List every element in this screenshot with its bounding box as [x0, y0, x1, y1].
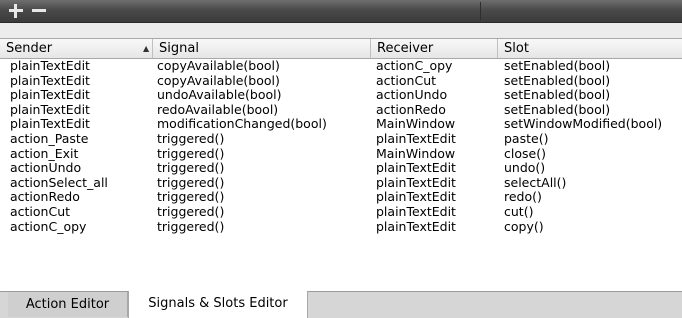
table-row[interactable]: plainTextEdit modificationChanged(bool) Ma…: [0, 117, 682, 132]
header-receiver[interactable]: Receiver: [371, 39, 498, 58]
cell-sender[interactable]: actionSelect_all: [10, 175, 108, 191]
cell-sender[interactable]: plainTextEdit: [10, 88, 90, 103]
cell-receiver[interactable]: plainTextEdit: [376, 175, 456, 191]
sort-ascending-icon: ▲: [143, 44, 150, 53]
cell-slot[interactable]: setEnabled(bool): [504, 88, 610, 103]
table-row[interactable]: plainTextEdit copyAvailable(bool) actionC_…: [0, 58, 682, 74]
cell-sender[interactable]: action_Paste: [10, 131, 88, 147]
cell-slot[interactable]: close(): [504, 146, 546, 162]
toolbar: [0, 0, 682, 23]
cell-signal[interactable]: triggered(): [157, 190, 224, 205]
cell-slot[interactable]: redo(): [504, 190, 542, 205]
editor-tab-bar: Action Editor Signals & Slots Editor: [0, 291, 682, 318]
cell-slot[interactable]: selectAll(): [504, 175, 566, 191]
table-row[interactable]: plainTextEdit undoAvailable(bool) actionUn…: [0, 88, 682, 103]
cell-receiver[interactable]: actionC_opy: [376, 58, 452, 74]
cell-slot[interactable]: setEnabled(bool): [504, 58, 610, 74]
cell-sender[interactable]: actionRedo: [10, 190, 80, 205]
cell-signal[interactable]: triggered(): [157, 204, 224, 220]
tab-signals-slots-editor-label: Signals & Slots Editor: [148, 296, 288, 311]
cell-slot[interactable]: paste(): [504, 131, 548, 147]
cell-signal[interactable]: triggered(): [157, 219, 224, 235]
header-sender-label: Sender: [6, 41, 53, 56]
table-row[interactable]: plainTextEdit redoAvailable(bool) actionRe…: [0, 102, 682, 118]
cell-signal[interactable]: triggered(): [157, 161, 224, 176]
cell-slot[interactable]: undo(): [504, 161, 545, 176]
cell-sender[interactable]: plainTextEdit: [10, 73, 90, 89]
table-row[interactable]: actionUndo triggered() plainTextEdit undo(): [0, 161, 682, 176]
header-signal[interactable]: Signal: [153, 39, 371, 58]
cell-sender[interactable]: plainTextEdit: [10, 58, 90, 74]
table-row[interactable]: actionCut triggered() plainTextEdit cut(): [0, 204, 682, 220]
cell-sender[interactable]: plainTextEdit: [10, 117, 90, 132]
table-row[interactable]: action_Exit triggered() MainWindow close(): [0, 146, 682, 162]
cell-slot[interactable]: cut(): [504, 204, 533, 220]
header-signal-label: Signal: [159, 41, 199, 56]
cell-sender[interactable]: actionCut: [10, 204, 70, 220]
cell-receiver[interactable]: plainTextEdit: [376, 219, 456, 235]
cell-sender[interactable]: actionC_opy: [10, 219, 86, 235]
toolbar-separator: [480, 2, 481, 20]
add-connection-button[interactable]: [7, 3, 25, 19]
table-header: Sender ▲ Signal Receiver Slot: [0, 38, 682, 59]
tab-action-editor[interactable]: Action Editor: [8, 292, 128, 317]
table-row[interactable]: plainTextEdit copyAvailable(bool) actionCu…: [0, 73, 682, 89]
cell-signal[interactable]: copyAvailable(bool): [157, 58, 280, 74]
header-receiver-label: Receiver: [377, 41, 434, 56]
cell-signal[interactable]: triggered(): [157, 146, 224, 162]
header-slot[interactable]: Slot: [498, 39, 682, 58]
cell-slot[interactable]: setEnabled(bool): [504, 73, 610, 89]
cell-receiver[interactable]: MainWindow: [376, 146, 455, 162]
table-row[interactable]: actionC_opy triggered() plainTextEdit copy(…: [0, 219, 682, 235]
cell-receiver[interactable]: plainTextEdit: [376, 190, 456, 205]
table-row[interactable]: actionSelect_all triggered() plainTextEdit…: [0, 175, 682, 191]
cell-receiver[interactable]: plainTextEdit: [376, 204, 456, 220]
cell-slot[interactable]: copy(): [504, 219, 544, 235]
remove-connection-button[interactable]: [30, 3, 48, 19]
cell-signal[interactable]: redoAvailable(bool): [157, 102, 278, 118]
cell-receiver[interactable]: plainTextEdit: [376, 161, 456, 176]
cell-sender[interactable]: actionUndo: [10, 161, 81, 176]
header-sender[interactable]: Sender ▲: [0, 39, 153, 58]
cell-receiver[interactable]: MainWindow: [376, 117, 455, 132]
cell-receiver[interactable]: actionCut: [376, 73, 436, 89]
cell-signal[interactable]: modificationChanged(bool): [157, 117, 327, 132]
tab-signals-slots-editor[interactable]: Signals & Slots Editor: [128, 291, 308, 318]
cell-receiver[interactable]: actionRedo: [376, 102, 446, 118]
cell-receiver[interactable]: plainTextEdit: [376, 131, 456, 147]
tab-action-editor-label: Action Editor: [25, 297, 110, 312]
table-row[interactable]: action_Paste triggered() plainTextEdit past…: [0, 131, 682, 147]
cell-receiver[interactable]: actionUndo: [376, 88, 447, 103]
table-row[interactable]: actionRedo triggered() plainTextEdit redo(): [0, 190, 682, 205]
cell-signal[interactable]: triggered(): [157, 175, 224, 191]
cell-slot[interactable]: setEnabled(bool): [504, 102, 610, 118]
cell-slot[interactable]: setWindowModified(bool): [504, 117, 662, 132]
table-body: plainTextEdit copyAvailable(bool) actionC_…: [0, 58, 682, 235]
cell-signal[interactable]: undoAvailable(bool): [157, 88, 281, 103]
cell-signal[interactable]: copyAvailable(bool): [157, 73, 280, 89]
header-slot-label: Slot: [504, 41, 529, 56]
cell-sender[interactable]: action_Exit: [10, 146, 78, 162]
cell-sender[interactable]: plainTextEdit: [10, 102, 90, 118]
cell-signal[interactable]: triggered(): [157, 131, 224, 147]
